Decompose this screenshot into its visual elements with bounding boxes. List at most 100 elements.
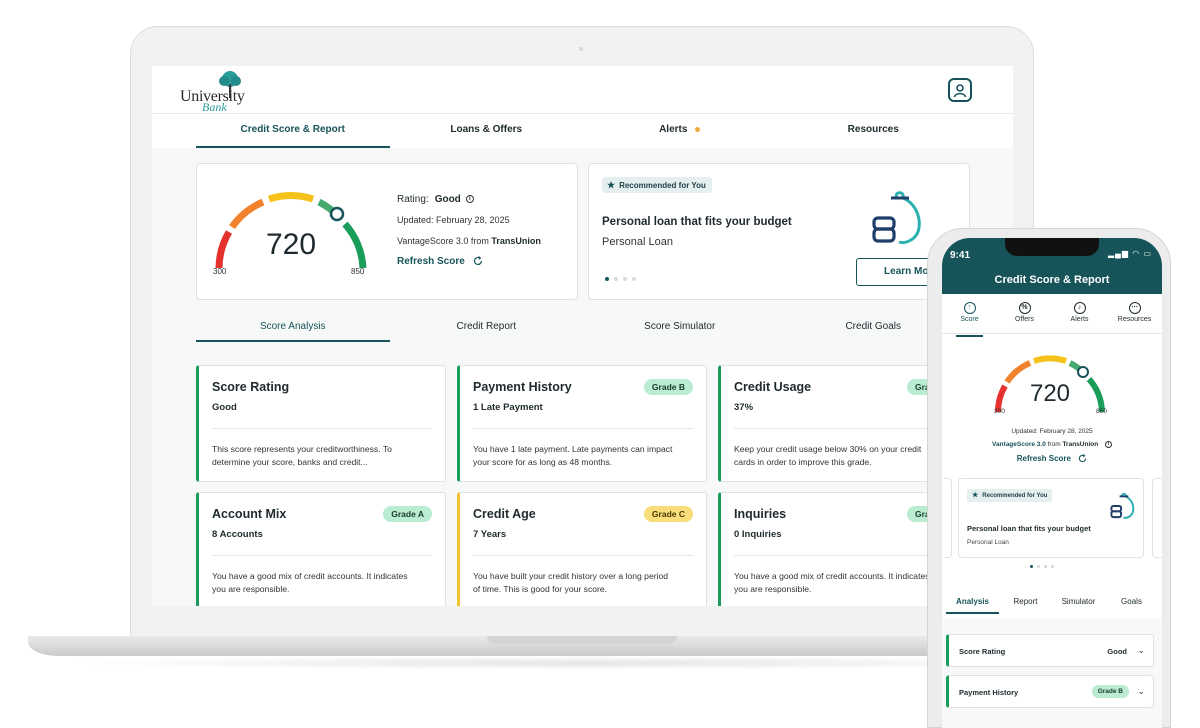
refresh-icon [473, 256, 482, 266]
phone-refresh-label: Refresh Score [1016, 454, 1071, 463]
tab-score-simulator[interactable]: Score Simulator [583, 314, 777, 342]
phone-analysis-tabs: Analysis Report Simulator Goals [946, 592, 1158, 614]
phone-nav-alerts[interactable]: ♪ Alerts [1052, 300, 1107, 333]
card-divider [734, 555, 954, 556]
card-value: 8 Accounts [212, 529, 263, 540]
phone-offer-next-card[interactable] [1152, 478, 1162, 558]
phone-nav-label: Offers [1015, 316, 1034, 323]
card-title: Account Mix [212, 507, 287, 521]
profile-button[interactable] [948, 78, 972, 102]
score-card: 720 300 850 Rating: Good i Updated: Februa… [196, 163, 578, 300]
tab-resources[interactable]: Resources [777, 114, 971, 148]
tab-alerts[interactable]: Alerts [583, 114, 777, 148]
phone-row-payment-history[interactable]: Payment History Grade B ⌄ [946, 675, 1154, 708]
gauge-min-label: 300 [213, 267, 227, 276]
recommended-label: Recommended for You [619, 181, 706, 190]
pager-dot[interactable] [1037, 565, 1040, 568]
phone-gauge-marker [1077, 366, 1089, 378]
score-model-text: VantageScore 3.0 from [397, 236, 489, 246]
credit-score-value: 720 [265, 228, 317, 261]
card-divider [473, 555, 693, 556]
phone-notch [1005, 238, 1099, 256]
phone-updated-date: Updated: February 28, 2025 [1011, 428, 1093, 435]
bureau-name: TransUnion [491, 236, 541, 246]
card-description: You have 1 late payment. Late payments c… [473, 443, 696, 469]
tab-loans-offers[interactable]: Loans & Offers [390, 114, 584, 148]
phone-row-label: Score Rating [959, 647, 1006, 656]
phone-tab-analysis[interactable]: Analysis [946, 592, 999, 614]
phone-offer-title: Personal loan that fits your budget [967, 524, 1091, 533]
card-title: Credit Age [473, 507, 536, 521]
card-desc-line: cards in order to improve this grade. [734, 457, 872, 467]
laptop-camera [579, 47, 583, 51]
card-title: Score Rating [212, 380, 290, 394]
phone-nav-resources[interactable]: ⋯ Resources [1107, 300, 1162, 333]
tab-credit-report[interactable]: Credit Report [390, 314, 584, 342]
card-divider [212, 555, 432, 556]
info-icon[interactable]: i [465, 195, 474, 204]
card-desc-line: You have 1 late payment. Late payments c… [473, 444, 673, 454]
user-icon [953, 84, 967, 98]
refresh-score-label: Refresh Score [397, 256, 465, 267]
phone-offer-subtitle: Personal Loan [967, 539, 1009, 546]
card-divider [473, 428, 693, 429]
tab-score-analysis[interactable]: Score Analysis [196, 314, 390, 342]
pager-dot[interactable] [614, 277, 618, 281]
rating-line: Rating: Good i [397, 194, 474, 205]
refresh-score-link[interactable]: Refresh Score [397, 256, 483, 267]
card-desc-line: your score for as long as 48 months. [473, 457, 613, 467]
card-account-mix[interactable]: Account Mix Grade A 8 Accounts You have … [196, 492, 446, 606]
carousel-pager [605, 277, 636, 281]
phone-gauge-min: 300 [994, 408, 1005, 415]
phone-gauge-max: 850 [1096, 408, 1107, 415]
phone-info-icon[interactable]: i [1105, 441, 1113, 448]
phone-title: Credit Score & Report [994, 274, 1110, 286]
card-desc-line: Keep your credit usage below 30% on your… [734, 444, 922, 454]
pager-dot[interactable] [605, 277, 609, 281]
pager-dot[interactable] [1051, 565, 1054, 568]
phone-refresh-score[interactable]: Refresh Score [942, 454, 1162, 463]
phone-offer-prev-card[interactable] [944, 478, 952, 558]
card-desc-line: you are responsible. [212, 584, 290, 594]
card-divider [212, 428, 432, 429]
phone-navigation: ↑ Score % Offers ♪ Alerts ⋯ Resources [942, 300, 1162, 337]
chevron-down-icon[interactable]: ⌄ [1137, 645, 1145, 656]
pager-dot[interactable] [623, 277, 627, 281]
phone-row-score-rating[interactable]: Score Rating Good ⌄ [946, 634, 1154, 667]
phone-screen: 9:41 ▂▄▆ ◠ ▭ Credit Score & Report ↑ Scor… [942, 238, 1162, 728]
card-description: You have a good mix of credit accounts. … [734, 570, 957, 596]
updated-date: Updated: February 28, 2025 [397, 215, 510, 225]
card-description: This score represents your creditworthin… [212, 443, 435, 469]
card-credit-age[interactable]: Credit Age Grade C 7 Years You have buil… [457, 492, 707, 606]
pager-dot[interactable] [632, 277, 636, 281]
phone-recommended-label: Recommended for You [982, 493, 1048, 499]
card-description: You have a good mix of credit accounts. … [212, 570, 435, 596]
phone-carousel-pager [1030, 565, 1054, 568]
phone-bureau: TransUnion [1062, 441, 1099, 449]
phone-nav-label: Alerts [1070, 316, 1089, 323]
card-payment-history[interactable]: Payment History Grade B 1 Late Payment Y… [457, 365, 707, 482]
phone-nav-offers[interactable]: % Offers [997, 300, 1052, 333]
status-icons: ▂▄▆ ◠ ▭ [1108, 249, 1152, 258]
bank-logo[interactable]: University Bank [180, 71, 250, 114]
pager-dot[interactable] [1030, 565, 1033, 568]
phone-offer-card[interactable]: ★ Recommended for You Personal loan that … [958, 478, 1144, 558]
top-navigation: Credit Score & Report Loans & Offers Ale… [196, 114, 970, 148]
desktop-screen: University Bank Credit Score & Report Lo… [152, 66, 1013, 606]
phone-nav-label: Resources [1117, 316, 1152, 323]
grade-badge: Grade B [1091, 685, 1129, 698]
chevron-down-icon[interactable]: ⌄ [1137, 686, 1145, 697]
gauge-max-label: 850 [351, 267, 365, 276]
phone-tab-goals[interactable]: Goals [1105, 592, 1158, 614]
phone-nav-score[interactable]: ↑ Score [942, 300, 997, 337]
tab-credit-score-report[interactable]: Credit Score & Report [196, 114, 390, 148]
logo-text-sub: Bank [202, 100, 227, 114]
pager-dot[interactable] [1044, 565, 1047, 568]
phone-tab-report[interactable]: Report [999, 592, 1052, 614]
card-title: Inquiries [734, 507, 787, 521]
phone-tab-simulator[interactable]: Simulator [1052, 592, 1105, 614]
status-time: 9:41 [950, 250, 971, 261]
offer-title: Personal loan that fits your budget [602, 216, 792, 228]
card-score-rating[interactable]: Score Rating Good This score represents … [196, 365, 446, 482]
phone-recommended-tag: ★ Recommended for You [967, 489, 1053, 502]
